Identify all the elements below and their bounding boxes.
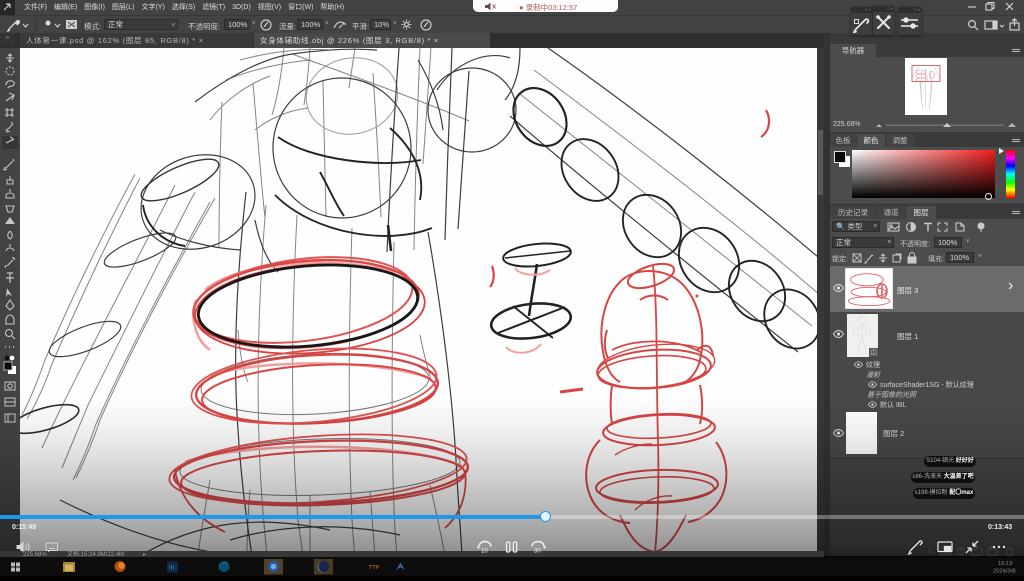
- svg-text:10: 10: [481, 549, 488, 555]
- svg-text:2024/3/8: 2024/3/8: [993, 569, 1016, 575]
- svg-text:30: 30: [534, 549, 541, 555]
- svg-text:TTP: TTP: [369, 565, 380, 571]
- svg-text:16:19: 16:19: [998, 561, 1013, 567]
- svg-text:in: in: [169, 565, 175, 572]
